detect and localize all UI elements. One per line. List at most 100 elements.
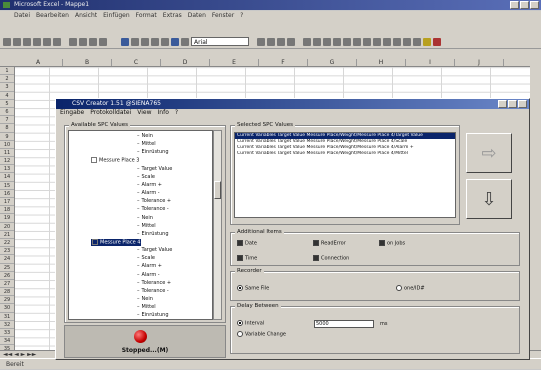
thousands-icon[interactable] [363,37,371,46]
tree-node[interactable]: – Einrüstung [137,149,169,156]
undo-icon[interactable] [99,37,107,46]
time-checkbox[interactable]: Time [237,255,257,263]
bold-icon[interactable] [267,37,275,46]
tree-node[interactable]: – Nein [137,215,153,222]
dialog-menu-item[interactable]: Info [158,109,169,117]
same-file-radio[interactable]: Same File [237,285,269,293]
percent-icon[interactable] [353,37,361,46]
tree-node[interactable]: – Mittel [137,223,156,230]
dialog-menu-item[interactable]: View [137,109,151,117]
increase-decimal-icon[interactable] [373,37,381,46]
borders-icon[interactable] [413,37,421,46]
new-icon[interactable] [3,37,11,46]
variable-change-radio[interactable]: Variable Change [237,331,286,339]
interval-input[interactable]: 5000 [314,320,374,328]
tree-node[interactable]: – Mittel [137,141,156,148]
function-icon[interactable] [141,37,149,46]
drawing-icon[interactable] [181,37,189,46]
excel-menu-item[interactable]: ? [240,11,243,21]
tree-node[interactable]: – Alarm - [137,190,160,197]
dialog-minimize-button[interactable] [498,100,507,108]
dialog-menu-item[interactable]: Protokolldatei [90,109,131,117]
close-button[interactable] [530,1,539,9]
tree-node[interactable]: – Alarm + [137,182,162,189]
align-left-icon[interactable] [303,37,311,46]
tree-node[interactable]: – Alarm + [137,263,162,270]
excel-menu-item[interactable]: Ansicht [75,11,97,21]
tree-scrollbar[interactable] [213,130,222,320]
open-icon[interactable] [13,37,21,46]
sort-asc-icon[interactable] [151,37,159,46]
read-error-checkbox[interactable]: ReadError [313,240,346,248]
sheet-nav-arrows[interactable]: ◄◄ ◄ ► ►► [3,351,36,358]
italic-icon[interactable] [277,37,285,46]
excel-menu-item[interactable]: Einfügen [103,11,129,21]
decrease-decimal-icon[interactable] [383,37,391,46]
save-icon[interactable] [23,37,31,46]
one-per-id-radio[interactable]: one/ID# [396,285,425,293]
vertical-scrollbar[interactable] [530,59,541,357]
excel-menu-item[interactable]: Daten [188,11,206,21]
font-color-icon[interactable] [433,37,441,46]
add-value-button[interactable]: ⇨ [466,133,512,173]
tree-scroll-thumb[interactable] [214,181,221,199]
tree-node[interactable]: – Tolerance + [137,280,171,287]
date-checkbox[interactable]: Date [237,240,257,248]
hyperlink-icon[interactable] [121,37,129,46]
dialog-menu-item[interactable]: ? [175,109,178,117]
excel-menu-item[interactable]: Bearbeiten [36,11,69,21]
underline-icon[interactable] [287,37,295,46]
excel-menu-item[interactable]: Datei [14,11,30,21]
tree-node[interactable]: – Einrüstung [137,312,169,319]
tree-node[interactable]: – Target Value [137,166,172,173]
print-icon[interactable] [33,37,41,46]
tree-node[interactable]: – Tolerance - [137,206,169,213]
excel-menu-item[interactable]: Extras [163,11,182,21]
currency-icon[interactable] [343,37,351,46]
tree-node[interactable]: – Tolerance + [137,198,171,205]
tree-node[interactable]: – Nein [137,296,153,303]
font-name-field[interactable]: Arial [191,37,249,46]
tree-node[interactable]: – Nein [137,133,153,140]
font-size-field[interactable] [257,37,265,46]
tree-node[interactable]: – Tolerance - [137,288,169,295]
tree-node[interactable]: Messure Place 4 [91,238,142,247]
selected-value-item[interactable]: Current Variables Target Value Messure P… [235,151,455,157]
tree-node[interactable]: – Mittel [137,304,156,311]
minimize-button[interactable] [510,1,519,9]
excel-menu-item[interactable]: Fenster [212,11,234,21]
selected-values-list[interactable]: Current Variables Target Value Messure P… [234,132,456,218]
autosum-icon[interactable] [131,37,139,46]
align-center-icon[interactable] [313,37,321,46]
cut-icon[interactable] [69,37,77,46]
copy-icon[interactable] [79,37,87,46]
tree-node[interactable]: – Scale [137,174,155,181]
stop-indicator-icon[interactable] [134,330,147,343]
on-jobs-checkbox[interactable]: on Jobs [379,240,405,248]
tree-node[interactable]: – Scale [137,255,155,262]
dialog-maximize-button[interactable] [508,100,517,108]
formula-bar[interactable] [0,49,541,59]
tree-node[interactable]: – Einrüstung [137,231,169,238]
connection-checkbox[interactable]: Connection [313,255,349,263]
decrease-indent-icon[interactable] [393,37,401,46]
tree-node[interactable]: – Target Value [137,247,172,254]
dialog-close-button[interactable] [518,100,527,108]
align-right-icon[interactable] [323,37,331,46]
tree-expand-icon[interactable] [91,157,97,164]
maximize-button[interactable] [520,1,529,9]
remove-value-button[interactable]: ⇩ [466,179,512,219]
merge-center-icon[interactable] [333,37,341,46]
sort-desc-icon[interactable] [161,37,169,46]
tree-expand-icon[interactable] [92,238,98,245]
spelling-icon[interactable] [53,37,61,46]
interval-radio[interactable]: Interval [237,320,264,328]
increase-indent-icon[interactable] [403,37,411,46]
preview-icon[interactable] [43,37,51,46]
dialog-menu-item[interactable]: Eingabe [60,109,84,117]
chart-wizard-icon[interactable] [171,37,179,46]
available-values-tree[interactable]: – Nein – Mittel – Einrüstung Messure Place 3– T… [68,130,213,320]
tree-node[interactable]: Messure Place 3 [91,157,139,165]
fill-color-icon[interactable] [423,37,431,46]
paste-icon[interactable] [89,37,97,46]
